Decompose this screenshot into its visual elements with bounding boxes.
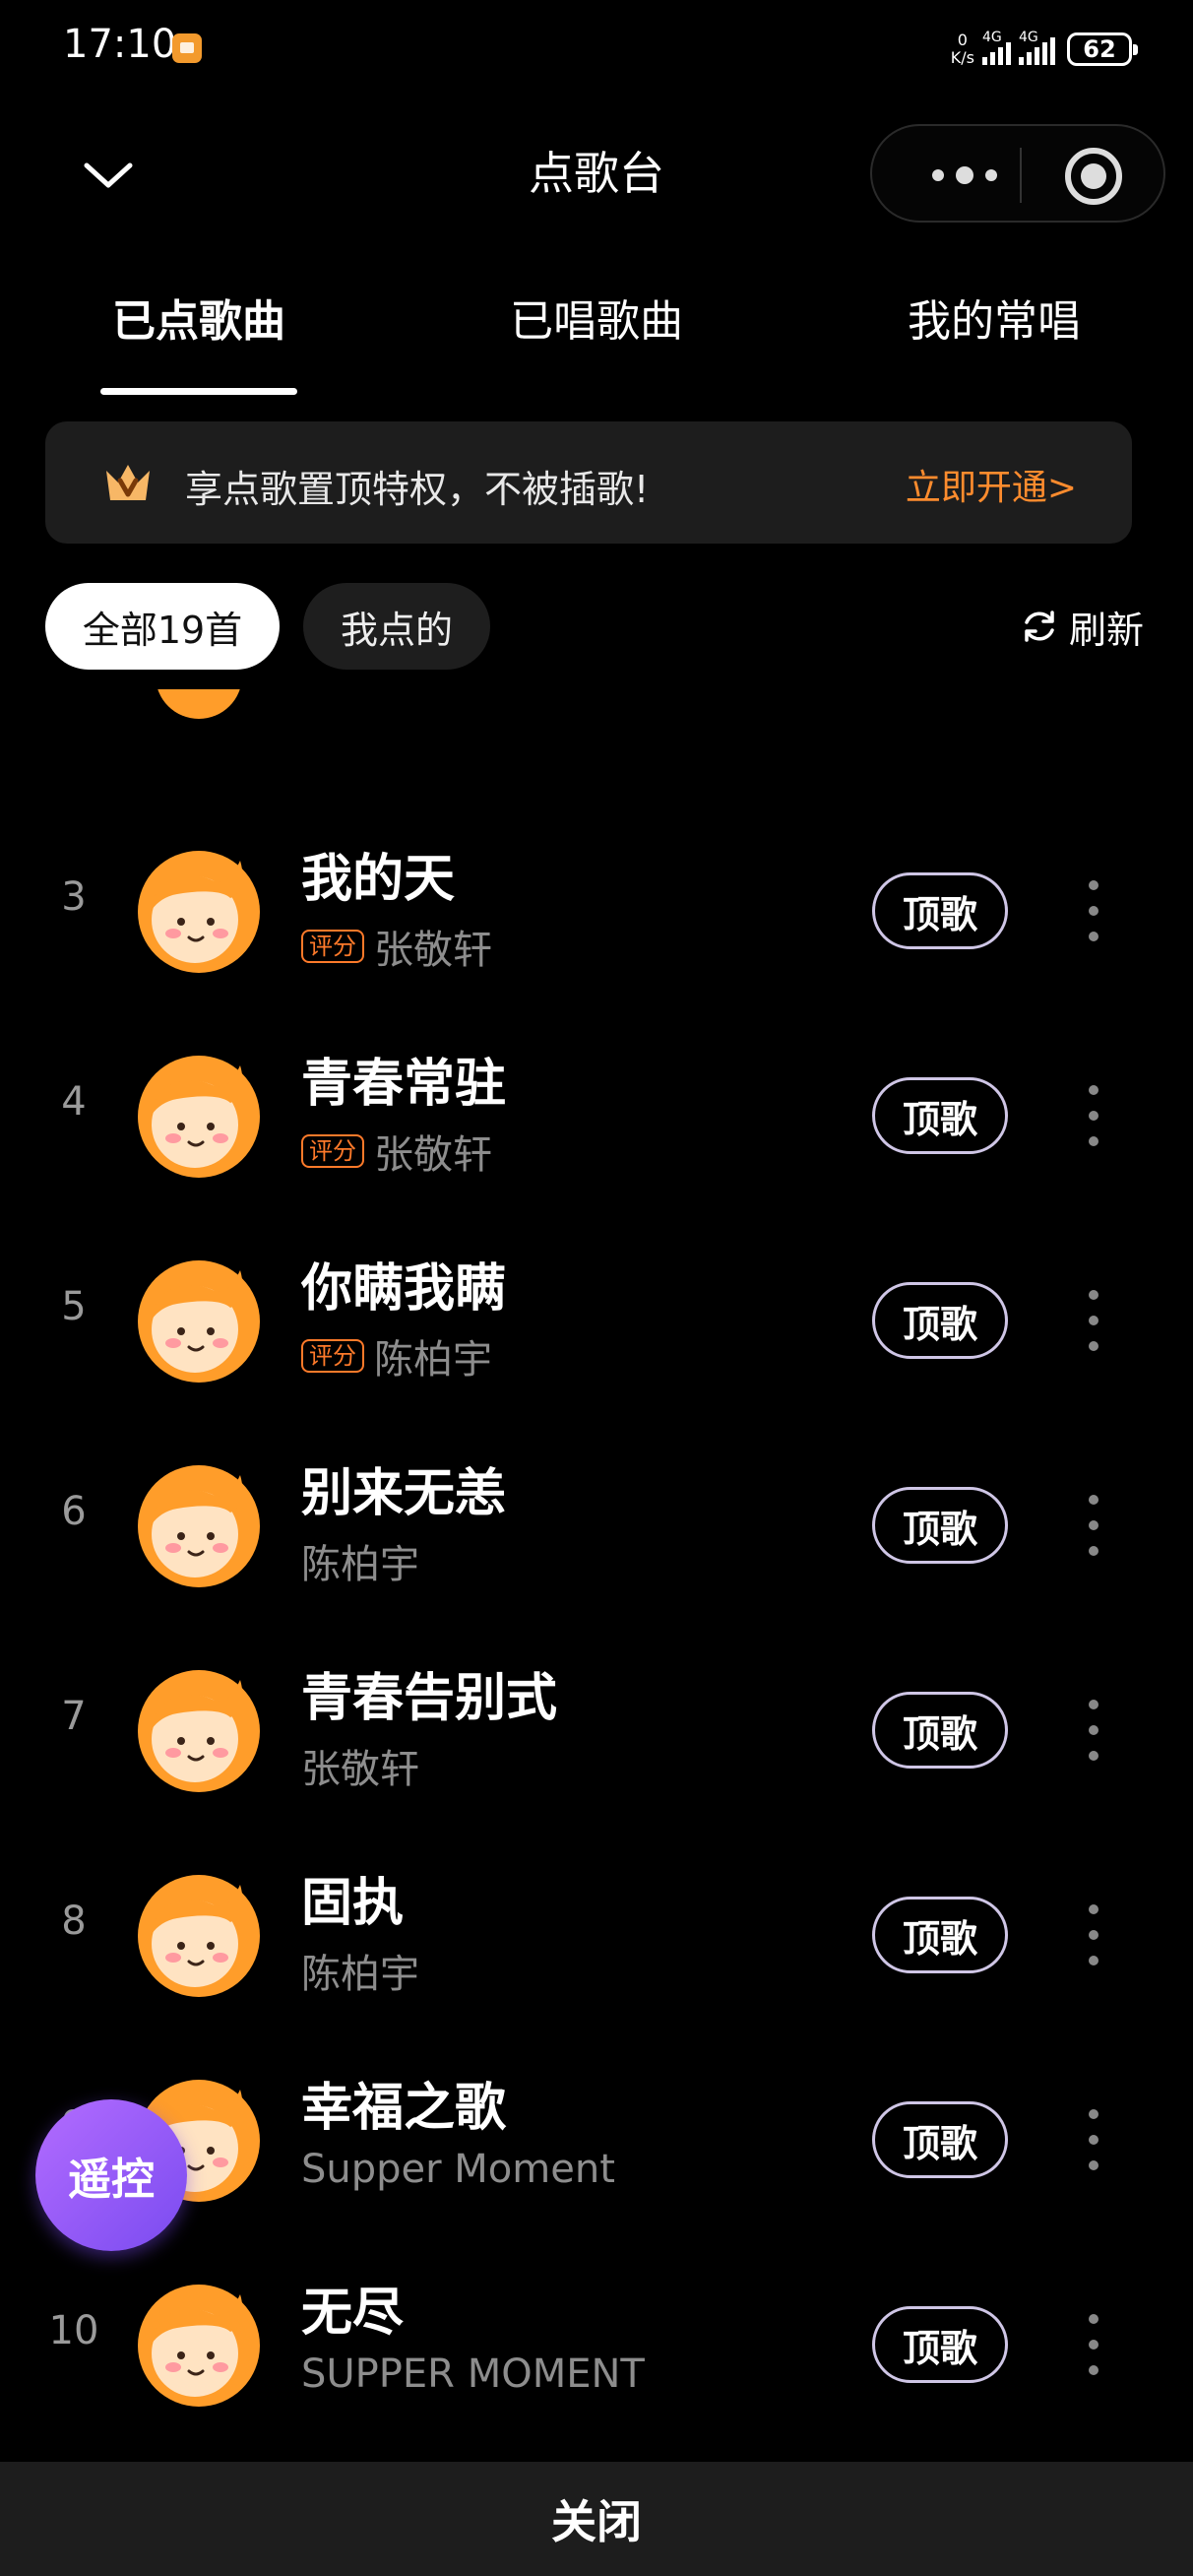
song-index: 5 xyxy=(61,1284,87,1329)
tab-my-frequent[interactable]: 我的常唱 xyxy=(896,286,1093,349)
more-vertical-icon[interactable] xyxy=(1079,1495,1108,1556)
song-title: 无尽 xyxy=(301,2284,405,2343)
singer-name: 张敬轩 xyxy=(301,1747,419,1792)
filter-all-chip[interactable]: 全部19首 xyxy=(45,583,280,670)
signal-icon: 4G xyxy=(982,30,1011,65)
song-index: 10 xyxy=(48,2308,99,2353)
singer-name: 张敬轩 xyxy=(374,1132,492,1178)
song-meta: 张敬轩 xyxy=(301,1737,419,1794)
more-vertical-icon[interactable] xyxy=(1079,1085,1108,1146)
refresh-button[interactable]: 刷新 xyxy=(1020,599,1144,654)
avatar-icon xyxy=(138,1056,260,1178)
signal-icon: 4G xyxy=(1019,30,1055,65)
song-title: 固执 xyxy=(301,1874,405,1933)
more-vertical-icon[interactable] xyxy=(1079,2109,1108,2170)
song-index: 4 xyxy=(61,1079,87,1125)
more-vertical-icon[interactable] xyxy=(1079,1700,1108,1761)
filter-mine-chip[interactable]: 我点的 xyxy=(303,583,490,670)
more-vertical-icon[interactable] xyxy=(1079,2314,1108,2375)
banner-text: 享点歌置顶特权，不被插歌! xyxy=(185,468,650,511)
song-meta: 陈柏宇 xyxy=(301,1532,419,1589)
status-indicators: 0 K/s 4G 4G 62 xyxy=(951,28,1138,71)
pin-song-button[interactable]: 顶歌 xyxy=(872,872,1008,949)
more-options-icon[interactable] xyxy=(915,150,1014,201)
refresh-label: 刷新 xyxy=(1068,608,1144,652)
song-title: 青春常驻 xyxy=(301,1055,507,1114)
tab-ordered-songs[interactable]: 已点歌曲 xyxy=(100,286,297,349)
avatar-icon xyxy=(138,851,260,973)
app-notification-icon xyxy=(172,33,202,63)
song-row[interactable]: 7 青春告别式 张敬轩 顶歌 xyxy=(0,1617,1193,1822)
song-title: 我的天 xyxy=(301,850,456,909)
crown-icon xyxy=(106,465,150,500)
mini-program-capsule xyxy=(870,124,1165,223)
score-badge: 评分 xyxy=(301,930,364,963)
avatar xyxy=(156,689,242,719)
singer-name: SUPPER MOMENT xyxy=(301,2351,645,2397)
singer-name: Supper Moment xyxy=(301,2147,615,2192)
pin-song-button[interactable]: 顶歌 xyxy=(872,2306,1008,2383)
song-row[interactable]: 8 固执 陈柏宇 顶歌 xyxy=(0,1822,1193,2027)
song-meta: 陈柏宇 xyxy=(301,1942,419,1999)
activate-now-link[interactable]: 立即开通> xyxy=(906,459,1077,510)
song-meta: 评分 陈柏宇 xyxy=(301,1327,492,1385)
more-vertical-icon[interactable] xyxy=(1079,880,1108,941)
refresh-icon xyxy=(1025,611,1054,642)
avatar-icon xyxy=(138,1465,260,1587)
signal-type-label: 4G xyxy=(982,30,1002,45)
song-index: 6 xyxy=(61,1489,87,1534)
network-speed: 0 K/s xyxy=(951,32,974,67)
tab-sung-songs[interactable]: 已唱歌曲 xyxy=(498,286,695,349)
song-meta: SUPPER MOMENT xyxy=(301,2351,645,2397)
signal-type-label: 4G xyxy=(1019,30,1038,45)
song-row[interactable]: 5 你瞒我瞒 评分 陈柏宇 顶歌 xyxy=(0,1207,1193,1412)
song-meta: 评分 张敬轩 xyxy=(301,1123,492,1180)
avatar-icon xyxy=(138,1670,260,1792)
song-row[interactable]: 3 我的天 评分 张敬轩 顶歌 xyxy=(0,798,1193,1002)
status-time: 17:10 xyxy=(63,22,177,67)
pin-song-button[interactable]: 顶歌 xyxy=(872,1487,1008,1564)
close-button[interactable]: 关闭 xyxy=(0,2462,1193,2576)
song-meta: Supper Moment xyxy=(301,2147,615,2192)
battery-icon: 62 xyxy=(1067,32,1138,66)
singer-name: 陈柏宇 xyxy=(301,1542,419,1587)
pin-song-button[interactable]: 顶歌 xyxy=(872,1692,1008,1769)
song-index: 3 xyxy=(61,874,87,920)
song-row[interactable]: 11 不许你注定一人 顶歌 xyxy=(0,2436,1193,2462)
network-speed-unit: K/s xyxy=(950,48,974,67)
close-mini-program-icon[interactable] xyxy=(1065,148,1122,205)
more-vertical-icon[interactable] xyxy=(1079,1904,1108,1965)
singer-name: 陈柏宇 xyxy=(374,1337,492,1383)
remote-control-button[interactable]: 遥控 xyxy=(35,2099,187,2251)
song-title: 别来无恙 xyxy=(301,1464,507,1523)
score-badge: 评分 xyxy=(301,1339,364,1373)
score-badge: 评分 xyxy=(301,1134,364,1168)
song-row[interactable]: 10 无尽 SUPPER MOMENT 顶歌 xyxy=(0,2231,1193,2436)
capsule-divider xyxy=(1020,148,1022,203)
vip-banner[interactable]: 享点歌置顶特权，不被插歌! 立即开通> xyxy=(45,421,1132,544)
active-tab-indicator xyxy=(100,388,297,395)
pin-song-button[interactable]: 顶歌 xyxy=(872,2101,1008,2178)
avatar-icon xyxy=(138,2285,260,2407)
singer-name: 张敬轩 xyxy=(374,928,492,973)
song-title: 你瞒我瞒 xyxy=(301,1259,507,1319)
pin-song-button[interactable]: 顶歌 xyxy=(872,1897,1008,1973)
battery-level: 62 xyxy=(1083,35,1116,63)
pin-song-button[interactable]: 顶歌 xyxy=(872,1282,1008,1359)
pin-song-button[interactable]: 顶歌 xyxy=(872,1077,1008,1154)
song-index: 8 xyxy=(61,1899,87,1944)
song-title: 幸福之歌 xyxy=(301,2079,507,2138)
song-row[interactable]: 6 别来无恙 陈柏宇 顶歌 xyxy=(0,1412,1193,1617)
network-speed-value: 0 xyxy=(957,31,968,49)
more-vertical-icon[interactable] xyxy=(1079,1290,1108,1351)
tab-bar: 已点歌曲 已唱歌曲 我的常唱 xyxy=(0,286,1193,404)
song-row[interactable]: 4 青春常驻 评分 张敬轩 顶歌 xyxy=(0,1002,1193,1207)
status-bar: 17:10 0 K/s 4G 4G 62 xyxy=(0,0,1193,98)
avatar-icon xyxy=(138,1875,260,1997)
song-title: 青春告别式 xyxy=(301,1669,558,1728)
song-meta: 评分 张敬轩 xyxy=(301,918,492,975)
singer-name: 陈柏宇 xyxy=(301,1952,419,1997)
song-index: 7 xyxy=(61,1694,87,1739)
avatar-icon xyxy=(138,1260,260,1383)
